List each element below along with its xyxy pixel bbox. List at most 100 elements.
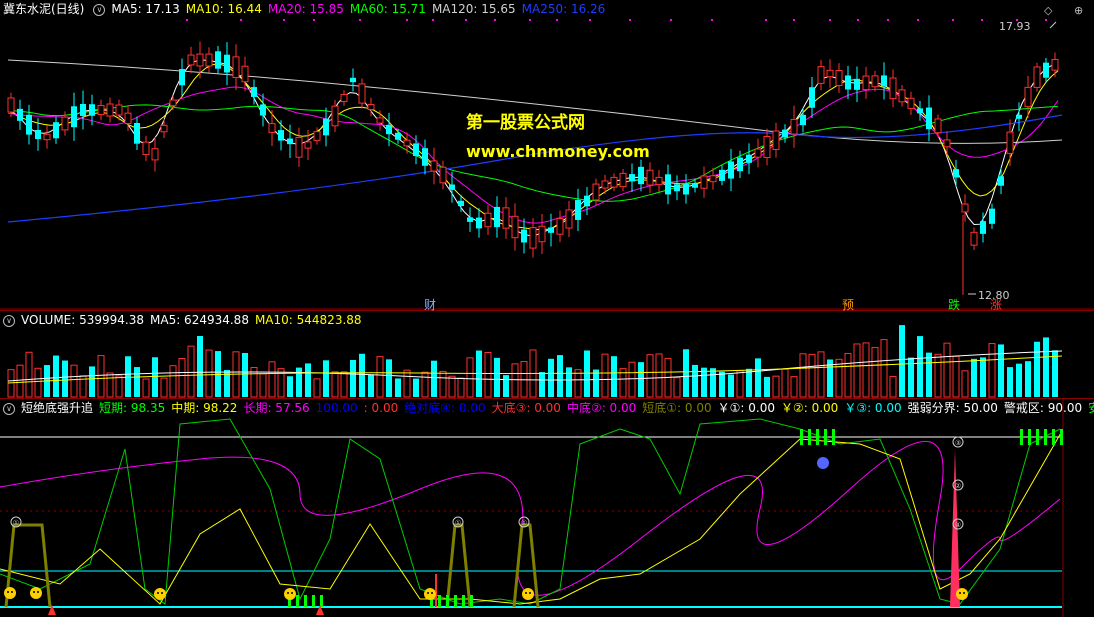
volume-bar — [853, 343, 861, 398]
candle-body — [871, 75, 879, 88]
smiley-eye — [427, 592, 429, 594]
safe-bar — [312, 595, 315, 607]
volume-bar — [125, 356, 131, 397]
signal-dot — [432, 19, 434, 21]
candle-body — [754, 148, 762, 158]
expand-circle-icon[interactable]: ∨ — [3, 402, 15, 415]
zoom-plus-icon[interactable]: ⊕ — [1074, 4, 1083, 17]
volume-bar — [287, 376, 293, 397]
candle-body — [386, 124, 392, 135]
candle-body — [970, 231, 978, 246]
volume-bar — [719, 371, 725, 397]
candle-body — [413, 143, 419, 157]
signal-dot — [917, 19, 919, 21]
safe-bar — [462, 595, 465, 607]
candle-body — [53, 122, 59, 139]
candle-body — [367, 104, 375, 110]
smiley-eye — [963, 592, 965, 594]
smiley-eye — [11, 591, 13, 593]
volume-bar — [638, 362, 644, 397]
candle-body — [709, 175, 717, 183]
event-marker-die[interactable]: 跌 — [948, 296, 960, 313]
candle-body — [1006, 131, 1014, 154]
volume-bar — [34, 367, 42, 398]
price-chart-pane[interactable]: 冀东水泥(日线) ∨ MA5: 17.13 MA10: 16.44 MA20: 15.8… — [0, 0, 1094, 313]
event-marker-cai[interactable]: 财 — [424, 296, 436, 313]
volume-bar — [934, 353, 942, 398]
candle-body — [845, 75, 851, 90]
safe-bar — [800, 429, 803, 445]
safe-bar — [1044, 429, 1047, 445]
volume-bar — [961, 370, 969, 398]
volume-ma10: MA10: 544823.88 — [254, 313, 362, 327]
indicator-pane[interactable]: ① ① ① ③ ② ④ ∨ 短绝底强升追 短期: 98.35 中期: 98.22 长期: 57.5… — [0, 398, 1094, 617]
candle-body — [215, 51, 221, 69]
candle-body — [898, 89, 906, 103]
svg-text:①: ① — [521, 519, 527, 527]
volume-bar — [611, 356, 617, 397]
indicator-legend-2: 长期: 57.56 — [243, 401, 310, 415]
indicator-legend-3: 100.00 — [315, 401, 358, 415]
volume-bar — [692, 364, 698, 397]
volume-bar — [781, 368, 789, 398]
candle-body — [692, 183, 698, 188]
diamond-icon[interactable]: ◇ — [1044, 4, 1052, 17]
indicator-canvas[interactable]: ① ① ① ③ ② ④ — [0, 399, 1094, 617]
volume-bar — [62, 360, 68, 397]
candle-body — [638, 166, 644, 185]
volume-bar — [673, 377, 681, 398]
volume-bar — [1007, 367, 1013, 397]
candle-body — [134, 122, 140, 144]
candle-body — [323, 118, 329, 136]
indicator-legend-7: 中底②: 0.00 — [566, 401, 637, 415]
event-marker-yu[interactable]: 预 — [842, 296, 854, 313]
candle-body — [268, 123, 276, 133]
indicator-name: 短绝底强升追 — [21, 401, 94, 415]
smiley-eye — [529, 592, 531, 594]
volume-pane[interactable]: ∨ VOLUME: 539994.38 MA5: 624934.88 MA10: 54… — [0, 310, 1094, 399]
signal-dot — [711, 19, 713, 21]
candle-body — [106, 103, 114, 117]
smiley-eye — [959, 592, 961, 594]
indicator-legend-8: 短底①: 0.00 — [642, 401, 712, 415]
candle-body — [224, 54, 230, 73]
volume-bar — [511, 363, 519, 398]
volume-bar — [197, 336, 203, 397]
indicator-legend-4: : 0.00 — [363, 401, 399, 415]
safe-bar — [438, 595, 441, 607]
indicator-legend-9: ￥①: 0.00 — [717, 401, 775, 415]
volume-bar — [557, 355, 563, 397]
safe-bar — [1052, 429, 1055, 445]
expand-circle-icon[interactable]: ∨ — [3, 314, 15, 327]
volume-bar — [160, 377, 168, 398]
long-term-line — [0, 440, 1061, 596]
volume-bar — [242, 352, 248, 397]
ma-legend-2: MA20: 15.85 — [267, 2, 344, 16]
safe-bar — [1060, 429, 1063, 445]
mid-term-line — [0, 430, 1063, 605]
volume-bar — [70, 364, 78, 398]
safe-bar — [454, 595, 457, 607]
candle-body — [700, 175, 708, 189]
candle-body — [313, 131, 321, 141]
candle-body — [295, 136, 303, 158]
candle-body — [17, 108, 23, 121]
ma-legend-0: MA5: 17.13 — [111, 2, 180, 16]
indicator-legend-12: 强弱分界: 50.00 — [907, 401, 998, 415]
circle-marker: ① — [518, 516, 530, 528]
candle-body — [1024, 86, 1032, 108]
event-marker-zhang[interactable]: 涨 — [990, 296, 1002, 313]
volume-bar — [323, 360, 329, 397]
volume-bar — [134, 367, 140, 397]
expand-circle-icon[interactable]: ∨ — [93, 3, 106, 16]
ma-legend-5: MA250: 16.26 — [521, 2, 606, 16]
smiley-eye — [161, 592, 163, 594]
volume-bar — [152, 357, 158, 397]
sad-face-icon — [817, 457, 829, 469]
volume-bar — [926, 352, 932, 397]
candle-body — [494, 206, 500, 228]
signal-dot — [857, 19, 859, 21]
signal-dot — [359, 19, 361, 21]
candle-body — [26, 114, 32, 135]
volume-bar — [466, 357, 474, 398]
